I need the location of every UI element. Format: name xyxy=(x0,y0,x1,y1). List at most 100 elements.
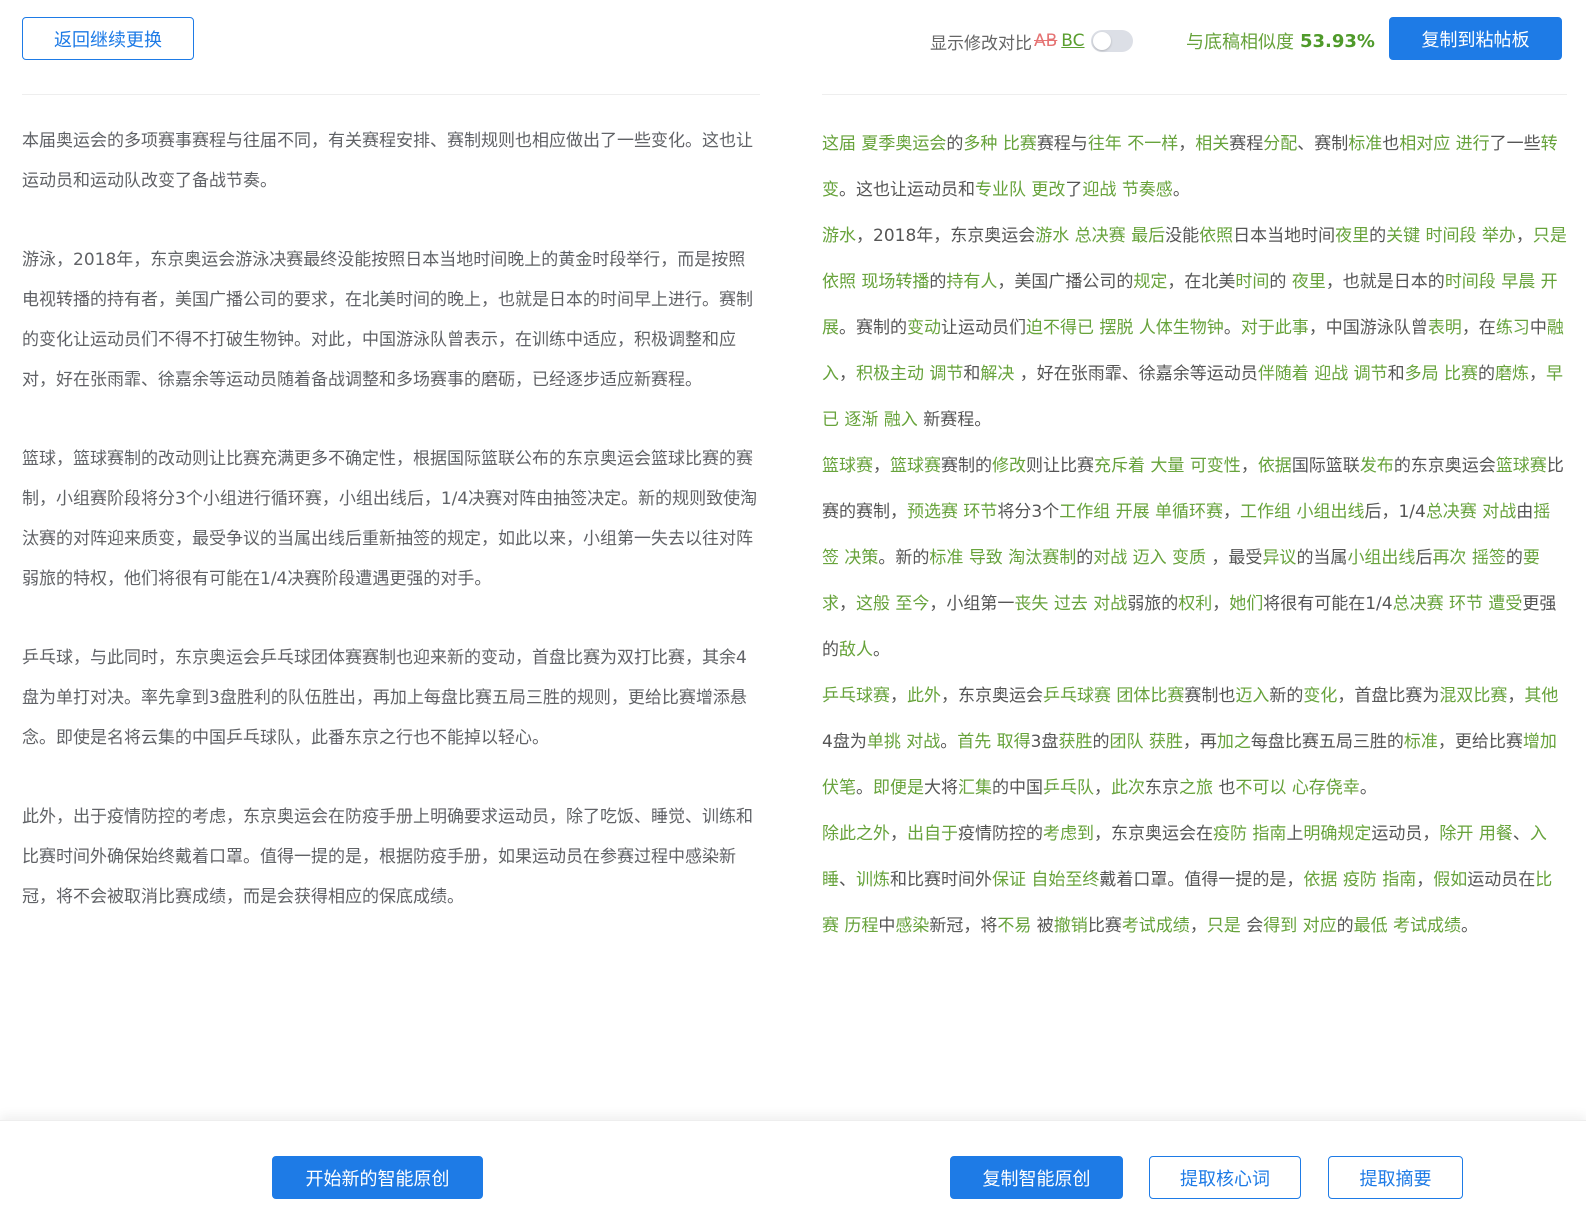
changed-segment: 疫防 xyxy=(1342,870,1377,890)
changed-segment: 比赛 xyxy=(1444,364,1479,384)
rewritten-paragraph: 游水，2018年，东京奥运会游水 总决赛 最后没能依照日本当地时间夜里的关键 时… xyxy=(822,213,1567,443)
changed-segment: 环节 xyxy=(1448,594,1483,614)
changed-segment: 可变性 xyxy=(1189,456,1241,476)
text-segment: 、 xyxy=(839,870,856,890)
changed-segment: 训炼 xyxy=(856,870,890,890)
text-segment: 也 xyxy=(1382,134,1400,154)
changed-segment: 只是 xyxy=(1532,226,1567,246)
changed-segment: 导致 xyxy=(968,548,1003,568)
changed-segment: 充斥着 xyxy=(1094,456,1145,476)
changed-segment: 保证 xyxy=(992,870,1026,890)
text-segment: ，再 xyxy=(1182,732,1217,752)
text-segment: 会 xyxy=(1240,916,1264,936)
text-segment: 和比赛时间外 xyxy=(890,870,992,890)
text-segment: ， xyxy=(873,456,890,476)
changed-segment: 总决赛 xyxy=(1392,594,1444,614)
changed-segment: 持有人 xyxy=(946,272,998,292)
changed-segment: 其他 xyxy=(1524,686,1559,706)
changed-segment: 用餐 xyxy=(1478,824,1513,844)
rewritten-paragraph: 乒乓球赛，此外，东京奥运会乒乓球赛 团体比赛赛制也迈入新的变化，首盘比赛为混双比… xyxy=(822,673,1567,811)
text-segment: ， xyxy=(1529,364,1547,384)
original-paragraph: 本届奥运会的多项赛事赛程与往届不同，有关赛程安排、赛制规则也相应做出了一些变化。… xyxy=(22,131,753,191)
rewritten-paragraph: 这届 夏季奥运会的多种 比赛赛程与往年 不一样，相关赛程分配、赛制标准也相对应 … xyxy=(822,121,1567,213)
changed-segment: 伏笔 xyxy=(822,778,856,798)
text-segment: 。 xyxy=(940,732,958,752)
changed-segment: 大量 xyxy=(1150,456,1185,476)
changed-segment: 丧失 xyxy=(1014,594,1049,614)
added-sample: BC xyxy=(1061,31,1085,51)
text-segment: 戴着口罩。值得一提的是， xyxy=(1099,870,1304,890)
changed-segment: 对战 xyxy=(1482,502,1517,522)
text-segment: 比赛 xyxy=(1087,916,1122,936)
back-continue-button[interactable]: 返回继续更换 xyxy=(22,17,194,60)
new-rewrite-button[interactable]: 开始新的智能原创 xyxy=(272,1156,483,1199)
changed-segment: 夜里 xyxy=(1335,226,1370,246)
changed-segment: 变化 xyxy=(1303,686,1338,706)
changed-segment: 标准 xyxy=(929,548,964,568)
changed-segment: 积极主动 xyxy=(856,364,924,384)
changed-segment: 这届 xyxy=(822,134,856,154)
copy-clipboard-button[interactable]: 复制到粘帖板 xyxy=(1389,17,1562,60)
changed-segment: 变动 xyxy=(907,318,941,338)
changed-segment: 多局 xyxy=(1404,364,1439,384)
changed-segment: 相对应 xyxy=(1399,134,1451,154)
text-segment: ，好在张雨霏、徐嘉余等运动员 xyxy=(1014,364,1258,384)
changed-segment: 关键 xyxy=(1386,226,1421,246)
changed-segment: 预选赛 xyxy=(907,502,958,522)
text-segment: 新赛程。 xyxy=(917,410,992,430)
text-segment: 。新的 xyxy=(878,548,930,568)
left-divider xyxy=(22,94,760,95)
text-segment: ，中国游泳队曾 xyxy=(1308,318,1428,338)
changed-segment: 指南 xyxy=(1382,870,1417,890)
changed-segment: 时间段 xyxy=(1425,226,1477,246)
changed-segment: 节奏感 xyxy=(1121,180,1173,200)
changed-segment: 游水 xyxy=(1035,226,1070,246)
compare-switch[interactable] xyxy=(1090,30,1133,52)
changed-segment: 规定 xyxy=(1133,272,1168,292)
changed-segment: 除此之外 xyxy=(822,824,890,844)
text-segment: 中 xyxy=(1529,318,1547,338)
deleted-sample: AB xyxy=(1034,31,1058,51)
changed-segment: 之旅 xyxy=(1179,778,1213,798)
text-segment: 弱旅的 xyxy=(1127,594,1179,614)
changed-segment: 迎战 xyxy=(1314,364,1349,384)
changed-segment: 乒乓球赛 xyxy=(822,686,890,706)
changed-segment: 自始至终 xyxy=(1031,870,1100,890)
text-segment: 3盘 xyxy=(1030,732,1059,752)
text-segment: 。 xyxy=(873,640,890,660)
text-segment: ， xyxy=(839,364,856,384)
text-segment: ， xyxy=(1094,778,1111,798)
text-segment: 将很有可能在1/4 xyxy=(1263,594,1393,614)
changed-segment: 除开 xyxy=(1439,824,1474,844)
text-segment: 则让比赛 xyxy=(1026,456,1094,476)
changed-segment: 标准 xyxy=(1403,732,1438,752)
text-segment: 的 xyxy=(929,272,947,292)
text-segment: ， xyxy=(1212,594,1230,614)
changed-segment: 早晨 xyxy=(1501,272,1536,292)
changed-segment: 单挑 xyxy=(866,732,901,752)
copy-rewrite-button[interactable]: 复制智能原创 xyxy=(950,1156,1123,1199)
changed-segment: 解决 xyxy=(980,364,1015,384)
changed-segment: 标准 xyxy=(1348,134,1383,154)
changed-segment: 小组出线 xyxy=(1296,502,1365,522)
extract-keywords-button[interactable]: 提取核心词 xyxy=(1149,1156,1301,1199)
changed-segment: 篮球赛 xyxy=(1495,456,1547,476)
extract-summary-button[interactable]: 提取摘要 xyxy=(1328,1156,1463,1199)
changed-segment: 夜里 xyxy=(1291,272,1326,292)
changed-segment: 乒乓球赛 xyxy=(1043,686,1111,706)
text-segment: 国际篮联 xyxy=(1291,456,1360,476)
changed-segment: 往年 xyxy=(1087,134,1122,154)
changed-segment: 单循环赛 xyxy=(1155,502,1224,522)
text-segment: 也 xyxy=(1213,778,1236,798)
changed-segment: 过去 xyxy=(1053,594,1088,614)
text-segment: 赛制也 xyxy=(1184,686,1236,706)
text-segment: 的东京奥运会 xyxy=(1393,456,1496,476)
changed-segment: 汇集 xyxy=(958,778,992,798)
text-segment: 的 xyxy=(1269,272,1292,292)
text-segment: 被 xyxy=(1031,916,1054,936)
changed-segment: 此外 xyxy=(907,686,941,706)
changed-segment: 调节 xyxy=(929,364,964,384)
changed-segment: 即便是 xyxy=(873,778,924,798)
changed-segment: 迎战 xyxy=(1082,180,1117,200)
changed-segment: 混双比赛 xyxy=(1439,686,1508,706)
